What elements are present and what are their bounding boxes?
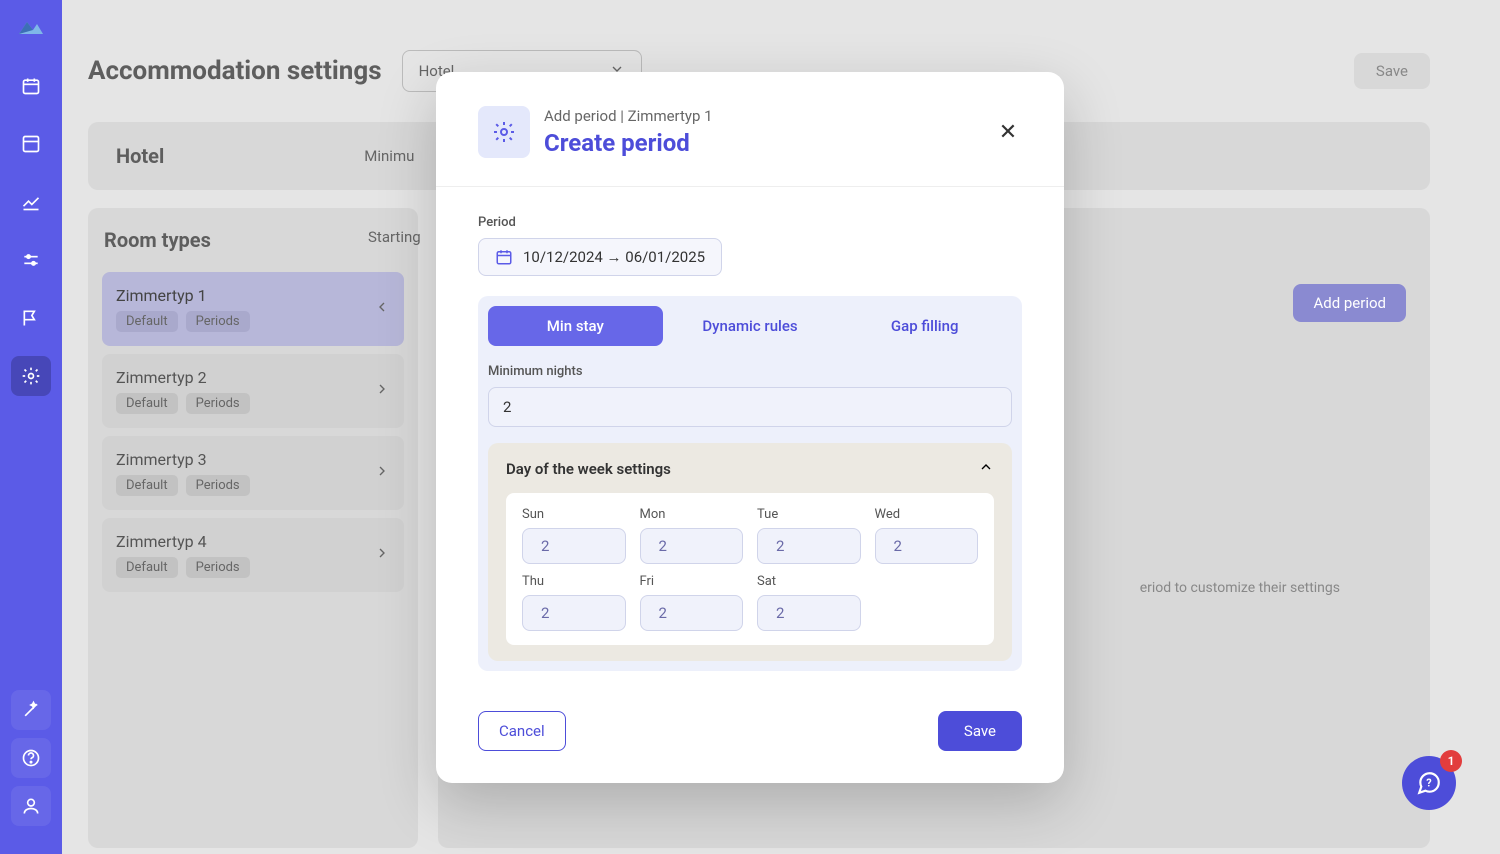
day-of-week-toggle[interactable]: Day of the week settings: [506, 459, 994, 479]
day-label: Sun: [522, 507, 626, 522]
settings-tabs-panel: Min stay Dynamic rules Gap filling Minim…: [478, 296, 1022, 671]
modal-body: Period 10/12/2024 → 06/01/2025 Min stay …: [436, 187, 1064, 691]
gear-icon: [478, 106, 530, 158]
day-input[interactable]: [522, 595, 626, 631]
day-input[interactable]: [757, 595, 861, 631]
tab-row: Min stay Dynamic rules Gap filling: [488, 306, 1012, 346]
day-of-week-title: Day of the week settings: [506, 460, 671, 478]
day-cell: Fri: [640, 574, 744, 631]
day-input[interactable]: [757, 528, 861, 564]
modal-title: Create period: [544, 129, 713, 157]
modal-header: Add period | Zimmertyp 1 Create period ✕: [436, 72, 1064, 187]
modal-overlay: Add period | Zimmertyp 1 Create period ✕…: [0, 0, 1500, 854]
day-cell: Thu: [522, 574, 626, 631]
create-period-modal: Add period | Zimmertyp 1 Create period ✕…: [436, 72, 1064, 783]
day-of-week-grid: Sun Mon Tue Wed Thu Fri Sat: [506, 493, 994, 645]
day-cell: Sun: [522, 507, 626, 564]
modal-footer: Cancel Save: [436, 691, 1064, 783]
day-input[interactable]: [640, 595, 744, 631]
calendar-icon: [495, 248, 513, 266]
day-label: Thu: [522, 574, 626, 589]
tab-dynamic-rules[interactable]: Dynamic rules: [663, 306, 838, 346]
cancel-button[interactable]: Cancel: [478, 711, 566, 751]
day-label: Fri: [640, 574, 744, 589]
modal-save-button[interactable]: Save: [938, 711, 1022, 751]
day-cell: Mon: [640, 507, 744, 564]
chevron-up-icon: [978, 459, 994, 479]
day-label: Mon: [640, 507, 744, 522]
day-input[interactable]: [522, 528, 626, 564]
day-cell: Sat: [757, 574, 861, 631]
day-of-week-panel: Day of the week settings Sun Mon Tue Wed Thu…: [488, 443, 1012, 661]
modal-breadcrumb: Add period | Zimmertyp 1: [544, 107, 713, 125]
day-cell: Wed: [875, 507, 979, 564]
tab-gap-filling[interactable]: Gap filling: [837, 306, 1012, 346]
day-label: Wed: [875, 507, 979, 522]
date-range-value: 10/12/2024 → 06/01/2025: [523, 248, 705, 266]
close-icon[interactable]: ✕: [994, 118, 1022, 146]
date-range-input[interactable]: 10/12/2024 → 06/01/2025: [478, 238, 722, 276]
day-input[interactable]: [640, 528, 744, 564]
min-nights-input[interactable]: [488, 387, 1012, 427]
day-input[interactable]: [875, 528, 979, 564]
day-label: Tue: [757, 507, 861, 522]
period-label: Period: [478, 215, 1022, 230]
tab-min-stay[interactable]: Min stay: [488, 306, 663, 346]
min-nights-label: Minimum nights: [488, 364, 1012, 379]
day-cell: Tue: [757, 507, 861, 564]
day-label: Sat: [757, 574, 861, 589]
